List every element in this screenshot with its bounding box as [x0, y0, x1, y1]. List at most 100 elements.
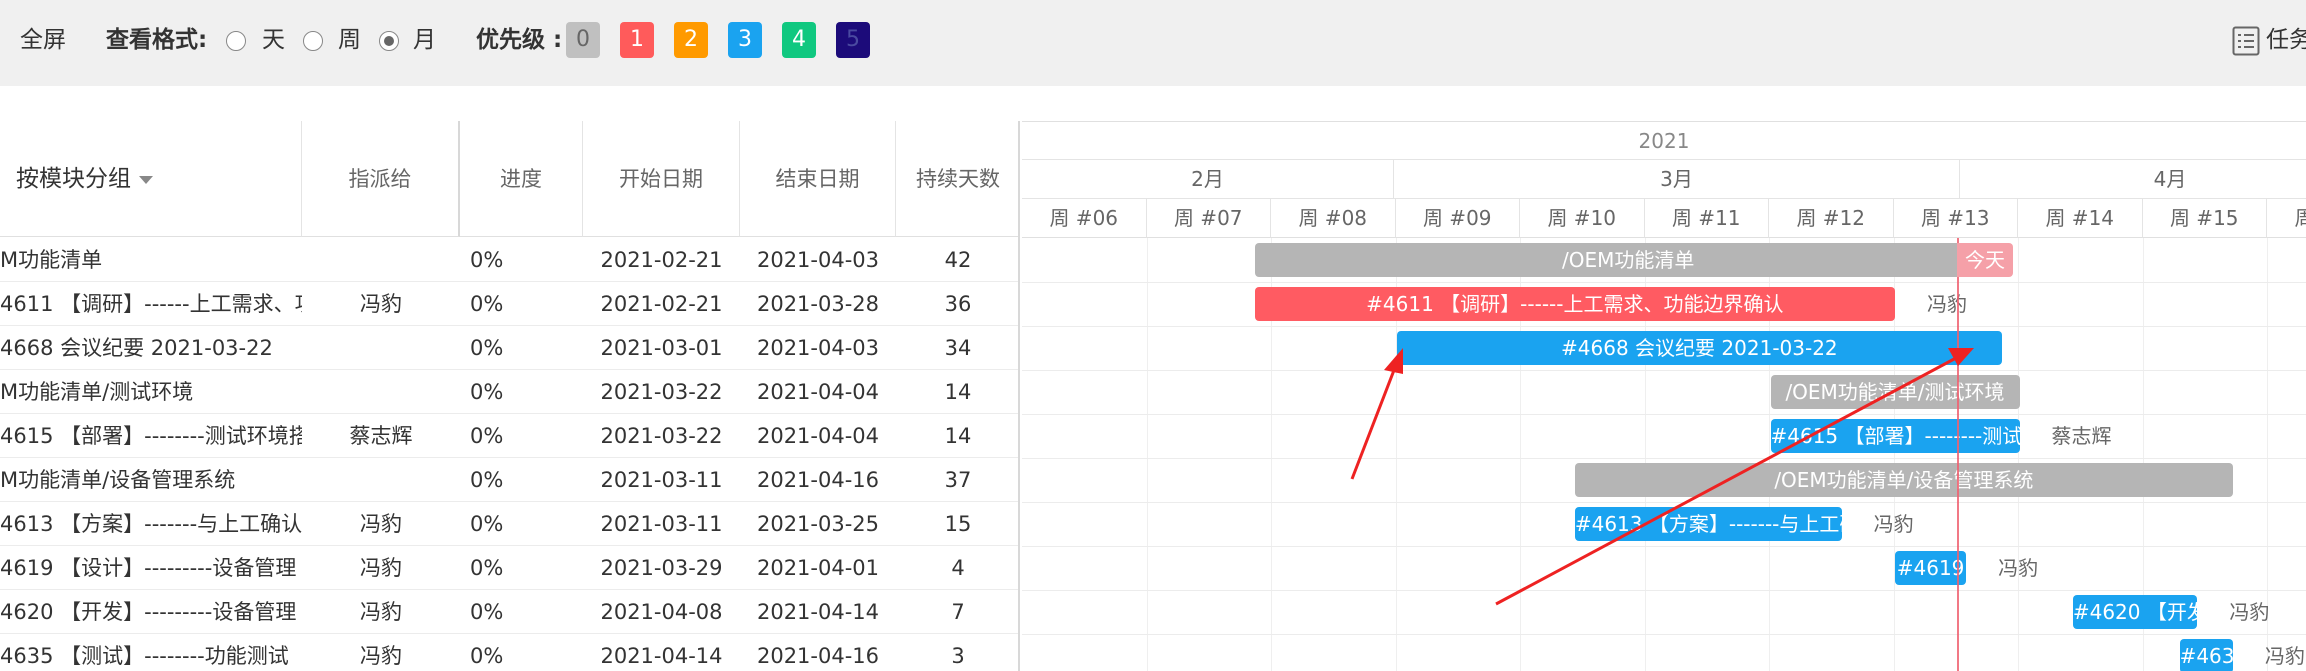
task-name-cell: 4619 【设计】---------设备管理: [0, 556, 297, 580]
gantt-bar-assignee: 冯豹: [2229, 600, 2270, 624]
view-format-label: 查看格式:: [106, 27, 208, 53]
table-row[interactable]: 4635 【测试】--------功能测试 冯豹 0% 2021-04-14 2021-…: [0, 634, 1018, 671]
start-date-cell: 2021-04-14: [600, 644, 723, 668]
assignee-cell: [302, 458, 460, 502]
group-by-dropdown[interactable]: 按模块分组: [0, 121, 302, 237]
column-header-duration[interactable]: 持续天数: [896, 121, 1018, 237]
row-grid-line: [1022, 590, 2306, 591]
task-name-cell: 4611 【调研】------上工需求、功能边界确认: [0, 292, 302, 316]
gantt-bar[interactable]: /OEM功能清单/设备管理系统: [1574, 463, 2233, 497]
task-name-cell: M功能清单/设备管理系统: [0, 468, 236, 492]
view-option-day-label[interactable]: 天: [262, 24, 285, 56]
table-row[interactable]: 4613 【方案】-------与上工确认方案 冯豹 0% 2021-03-11 202…: [0, 502, 1018, 546]
toolbar: 全屏 查看格式: 天 周 月 优先级 : 0 1 2 3 4 5 任务: [0, 0, 2306, 86]
start-date-cell: 2021-03-11: [600, 468, 723, 492]
table-row[interactable]: M功能清单 0% 2021-02-21 2021-04-03 42: [0, 238, 1018, 282]
timeline-week-header: 周 #06: [1022, 199, 1147, 238]
assignee-cell: 冯豹: [360, 292, 402, 316]
view-radio-month[interactable]: [379, 31, 399, 51]
table-row[interactable]: 4620 【开发】---------设备管理 冯豹 0% 2021-04-08 2021…: [0, 590, 1018, 634]
task-view-button[interactable]: 任务: [2266, 24, 2306, 56]
column-header-assignee[interactable]: 指派给: [302, 121, 460, 237]
timeline-week-header: 周 #14: [2018, 199, 2143, 238]
list-icon[interactable]: [2232, 26, 2260, 56]
table-row[interactable]: 4668 会议纪要 2021-03-22 0% 2021-03-01 2021-04-…: [0, 326, 1018, 370]
task-name-cell: 4635 【测试】--------功能测试: [0, 644, 289, 668]
start-date-cell: 2021-03-22: [600, 380, 723, 404]
gantt-bar[interactable]: #4619: [1895, 551, 1967, 585]
assignee-cell: 冯豹: [360, 600, 402, 624]
gantt-bar[interactable]: /OEM功能清单: [1254, 243, 2002, 277]
priority-3-button[interactable]: 3: [728, 22, 762, 58]
today-badge: 今天: [1957, 243, 2013, 277]
priority-2-button[interactable]: 2: [674, 22, 708, 58]
progress-cell: 0%: [470, 644, 504, 668]
task-grid: 按模块分组 指派给 进度 开始日期 结束日期 持续天数 M功能清单 0% 2021-…: [0, 121, 1020, 671]
gantt-bar[interactable]: #4613 【方案】-------与上工确认: [1574, 507, 1842, 541]
view-radio-week[interactable]: [303, 31, 323, 51]
progress-cell: 0%: [470, 600, 504, 624]
start-date-cell: 2021-03-29: [600, 556, 723, 580]
end-date-cell: 2021-03-25: [756, 512, 880, 536]
duration-cell: 14: [944, 424, 972, 448]
assignee-cell: 蔡志辉: [349, 424, 413, 448]
gantt-bar[interactable]: #4611 【调研】------上工需求、功能边界确认: [1254, 287, 1895, 321]
task-name-cell: M功能清单: [0, 248, 103, 272]
end-date-cell: 2021-04-03: [756, 336, 880, 360]
row-grid-line: [1022, 546, 2306, 547]
duration-cell: 42: [944, 248, 972, 272]
priority-4-button[interactable]: 4: [782, 22, 816, 58]
timeline-week-header: 周 #15: [2142, 199, 2267, 238]
column-header-progress[interactable]: 进度: [460, 121, 583, 237]
priority-5-button[interactable]: 5: [836, 22, 870, 58]
gantt-timeline: 2021 2月 3月 4月 周 #06 周 #07 周 #08 周 #09 周 #10 周…: [1022, 121, 2306, 671]
assignee-cell: [302, 370, 460, 414]
progress-cell: 0%: [470, 380, 504, 404]
gantt-bar-assignee: 冯豹: [1927, 292, 1967, 316]
priority-1-button[interactable]: 1: [620, 22, 654, 58]
week-grid-line: [1146, 238, 1148, 671]
today-marker-line: [1957, 238, 1959, 671]
start-date-cell: 2021-03-22: [600, 424, 723, 448]
group-by-label: 按模块分组: [16, 166, 131, 192]
view-option-week-label[interactable]: 周: [338, 24, 361, 56]
timeline-week-header: 周 #16: [2267, 199, 2306, 238]
task-name-cell: M功能清单/测试环境: [0, 380, 194, 404]
gantt-bar[interactable]: #4635: [2179, 639, 2233, 671]
duration-cell: 15: [944, 512, 972, 536]
column-header-end-date[interactable]: 结束日期: [740, 121, 896, 237]
duration-cell: 7: [951, 600, 965, 624]
table-row[interactable]: 4611 【调研】------上工需求、功能边界确认 冯豹 0% 2021-02-21…: [0, 282, 1018, 326]
table-row[interactable]: M功能清单/设备管理系统 0% 2021-03-11 2021-04-16 37: [0, 458, 1018, 502]
table-row[interactable]: 4619 【设计】---------设备管理 冯豹 0% 2021-03-29 2021…: [0, 546, 1018, 590]
gantt-bar[interactable]: /OEM功能清单/测试环境: [1770, 375, 2020, 409]
view-option-month-label[interactable]: 月: [413, 24, 436, 56]
timeline-week-header: 周 #07: [1146, 199, 1271, 238]
duration-cell: 37: [944, 468, 972, 492]
progress-cell: 0%: [470, 336, 504, 360]
column-header-start-date[interactable]: 开始日期: [583, 121, 740, 237]
end-date-cell: 2021-04-03: [756, 248, 880, 272]
row-grid-line: [1022, 282, 2306, 283]
view-radio-day[interactable]: [226, 31, 246, 51]
assignee-cell: [302, 238, 460, 282]
start-date-cell: 2021-03-11: [600, 512, 723, 536]
progress-cell: 0%: [470, 556, 504, 580]
week-grid-line: [2018, 238, 2019, 671]
priority-0-button[interactable]: 0: [566, 22, 600, 58]
gantt-bar[interactable]: #4615 【部署】--------测试: [1770, 419, 2020, 453]
priority-label: 优先级 :: [476, 27, 563, 53]
fullscreen-button[interactable]: 全屏: [20, 24, 66, 56]
table-row[interactable]: 4615 【部署】--------测试环境搭建 蔡志辉 0% 2021-03-22 20…: [0, 414, 1018, 458]
duration-cell: 34: [944, 336, 972, 360]
start-date-cell: 2021-04-08: [600, 600, 723, 624]
task-name-cell: 4615 【部署】--------测试环境搭建: [0, 424, 302, 448]
gantt-bar[interactable]: #4668 会议纪要 2021-03-22: [1397, 331, 2002, 365]
table-row[interactable]: M功能清单/测试环境 0% 2021-03-22 2021-04-04 14: [0, 370, 1018, 414]
row-grid-line: [1022, 414, 2306, 415]
assignee-cell: [302, 326, 460, 370]
end-date-cell: 2021-04-16: [756, 644, 880, 668]
gantt-bar[interactable]: #4620 【开发】: [2072, 595, 2198, 629]
gantt-bar-assignee: 蔡志辉: [2051, 424, 2112, 448]
end-date-cell: 2021-04-01: [756, 556, 880, 580]
